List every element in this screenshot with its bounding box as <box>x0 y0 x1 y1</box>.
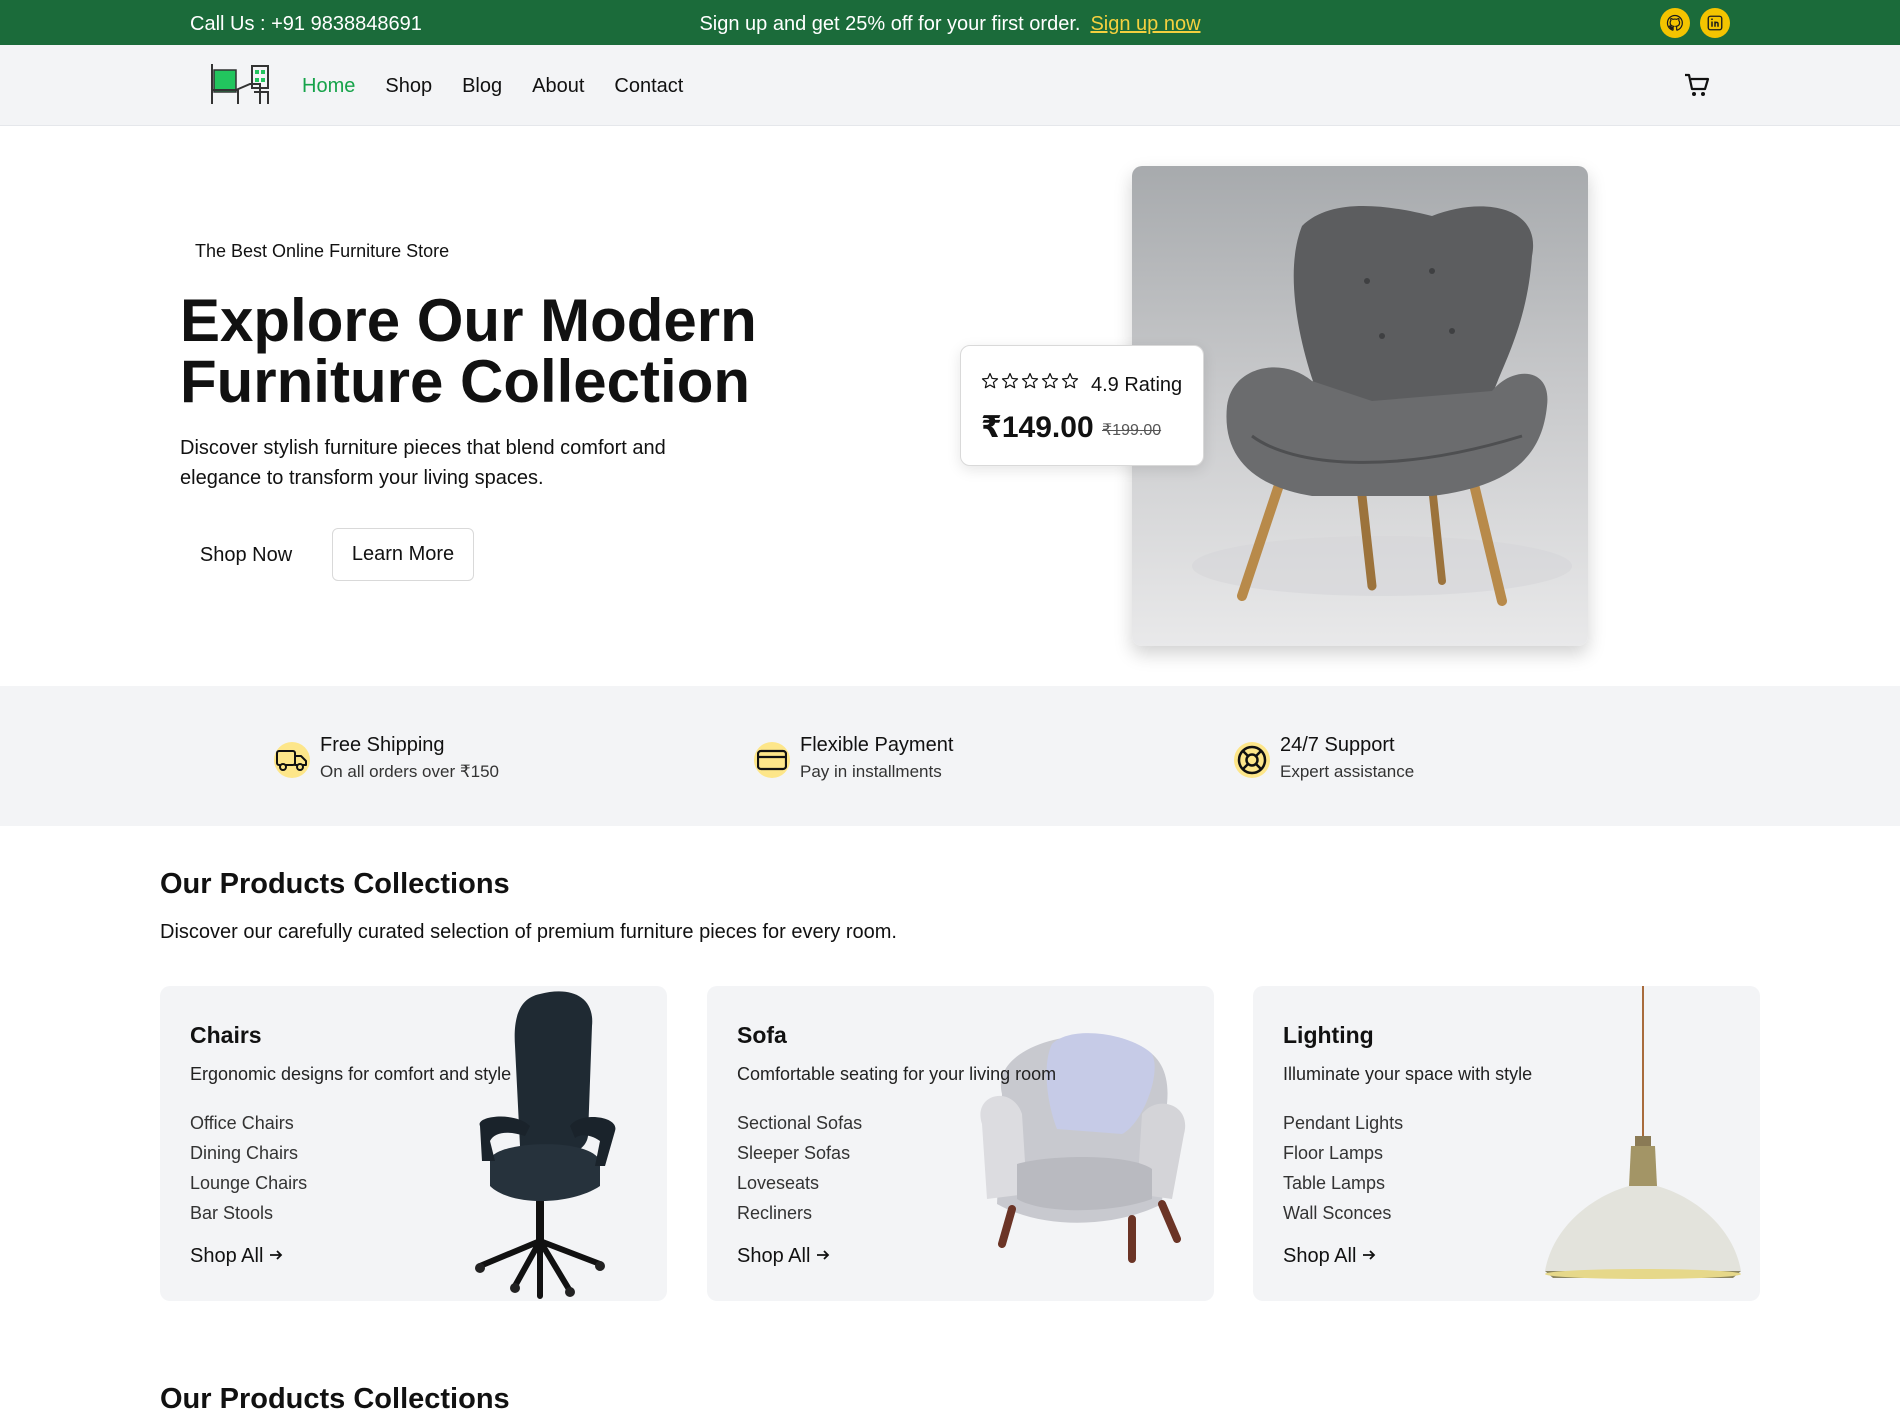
star-icon <box>981 372 999 389</box>
collections-title: Our Products Collections <box>160 868 510 900</box>
nav-links: Home Shop Blog About Contact <box>302 75 683 98</box>
github-icon[interactable] <box>1660 8 1690 38</box>
promo-message: Sign up and get 25% off for your first o… <box>699 13 1081 35</box>
feature-title: Free Shipping <box>320 734 445 756</box>
features-band: Free Shipping On all orders over ₹150 Fl… <box>0 686 1900 826</box>
lifebuoy-icon <box>1234 742 1270 778</box>
nav-link-about[interactable]: About <box>532 75 584 98</box>
category-item[interactable]: Table Lamps <box>1283 1168 1403 1198</box>
category-item[interactable]: Office Chairs <box>190 1108 307 1138</box>
feature-desc: Expert assistance <box>1280 762 1415 781</box>
rating-price-card: 4.9 Rating ₹149.00 ₹199.00 <box>960 345 1204 466</box>
credit-card-icon <box>754 742 790 778</box>
category-item[interactable]: Bar Stools <box>190 1198 307 1228</box>
star-icon <box>1061 372 1079 389</box>
rating-text: 4.9 Rating <box>1091 374 1183 396</box>
category-list: Sectional Sofas Sleeper Sofas Loveseats … <box>737 1108 862 1228</box>
category-item[interactable]: Floor Lamps <box>1283 1138 1403 1168</box>
category-list: Office Chairs Dining Chairs Lounge Chair… <box>190 1108 307 1228</box>
star-icon <box>1001 372 1019 389</box>
sale-price: ₹149.00 <box>981 411 1094 444</box>
announcement-bar: Call Us : +91 9838848691 Sign up and get… <box>0 0 1900 45</box>
pendant-lamp-image <box>1533 986 1753 1301</box>
arrow-right-icon <box>816 1245 830 1268</box>
shop-now-button[interactable]: Shop Now <box>180 530 312 581</box>
signup-link[interactable]: Sign up now <box>1090 13 1200 35</box>
category-item[interactable]: Sleeper Sofas <box>737 1138 862 1168</box>
shop-all-label: Shop All <box>1283 1245 1357 1267</box>
main-navbar: Home Shop Blog About Contact <box>0 45 1900 126</box>
arrow-right-icon <box>269 1245 283 1268</box>
shop-all-label: Shop All <box>190 1245 264 1267</box>
shop-all-link[interactable]: Shop All <box>1283 1245 1376 1268</box>
nav-link-home[interactable]: Home <box>302 75 355 98</box>
card-description: Comfortable seating for your living room <box>737 1064 1057 1084</box>
category-list: Pendant Lights Floor Lamps Table Lamps W… <box>1283 1108 1403 1228</box>
original-price: ₹199.00 <box>1102 422 1162 439</box>
hero-title: Explore Our Modern Furniture Collection <box>180 287 757 415</box>
feature-title: Flexible Payment <box>800 734 954 756</box>
category-item[interactable]: Loveseats <box>737 1168 862 1198</box>
furniture-logo[interactable] <box>210 60 272 108</box>
collection-card-chairs[interactable]: Chairs Ergonomic designs for comfort and… <box>160 986 667 1301</box>
star-rating <box>981 372 1079 390</box>
star-icon <box>1041 372 1059 389</box>
truck-icon <box>274 742 310 778</box>
cart-icon[interactable] <box>1683 72 1711 98</box>
collections-description: Discover our carefully curated selection… <box>160 921 897 943</box>
shop-all-link[interactable]: Shop All <box>737 1245 830 1268</box>
learn-more-button[interactable]: Learn More <box>332 528 474 581</box>
nav-link-contact[interactable]: Contact <box>614 75 683 98</box>
card-title: Sofa <box>737 1022 787 1048</box>
card-description: Ergonomic designs for comfort and style <box>190 1064 512 1084</box>
category-item[interactable]: Lounge Chairs <box>190 1168 307 1198</box>
arrow-right-icon <box>1362 1245 1376 1268</box>
card-title: Chairs <box>190 1022 262 1048</box>
category-item[interactable]: Sectional Sofas <box>737 1108 862 1138</box>
nav-link-shop[interactable]: Shop <box>385 75 432 98</box>
feature-desc: On all orders over ₹150 <box>320 762 500 781</box>
category-item[interactable]: Dining Chairs <box>190 1138 307 1168</box>
category-item[interactable]: Recliners <box>737 1198 862 1228</box>
nav-link-blog[interactable]: Blog <box>462 75 502 98</box>
shop-all-link[interactable]: Shop All <box>190 1245 283 1268</box>
linkedin-icon[interactable] <box>1700 8 1730 38</box>
collection-card-lighting[interactable]: Lighting Illuminate your space with styl… <box>1253 986 1760 1301</box>
promo-text: Sign up and get 25% off for your first o… <box>0 13 1900 36</box>
feature-desc: Pay in installments <box>800 762 942 781</box>
star-icon <box>1021 372 1039 389</box>
category-item[interactable]: Wall Sconces <box>1283 1198 1403 1228</box>
office-chair-image <box>420 986 660 1301</box>
collections-title-repeat: Our Products Collections <box>160 1383 510 1415</box>
armchair-image <box>962 1014 1202 1279</box>
hero-description: Discover stylish furniture pieces that b… <box>180 437 666 489</box>
category-item[interactable]: Pendant Lights <box>1283 1108 1403 1138</box>
shop-all-label: Shop All <box>737 1245 811 1267</box>
feature-title: 24/7 Support <box>1280 734 1395 756</box>
card-description: Illuminate your space with style <box>1283 1064 1533 1084</box>
hero-subtitle: The Best Online Furniture Store <box>195 241 450 261</box>
card-title: Lighting <box>1283 1022 1374 1048</box>
collection-card-sofa[interactable]: Sofa Comfortable seating for your living… <box>707 986 1214 1301</box>
